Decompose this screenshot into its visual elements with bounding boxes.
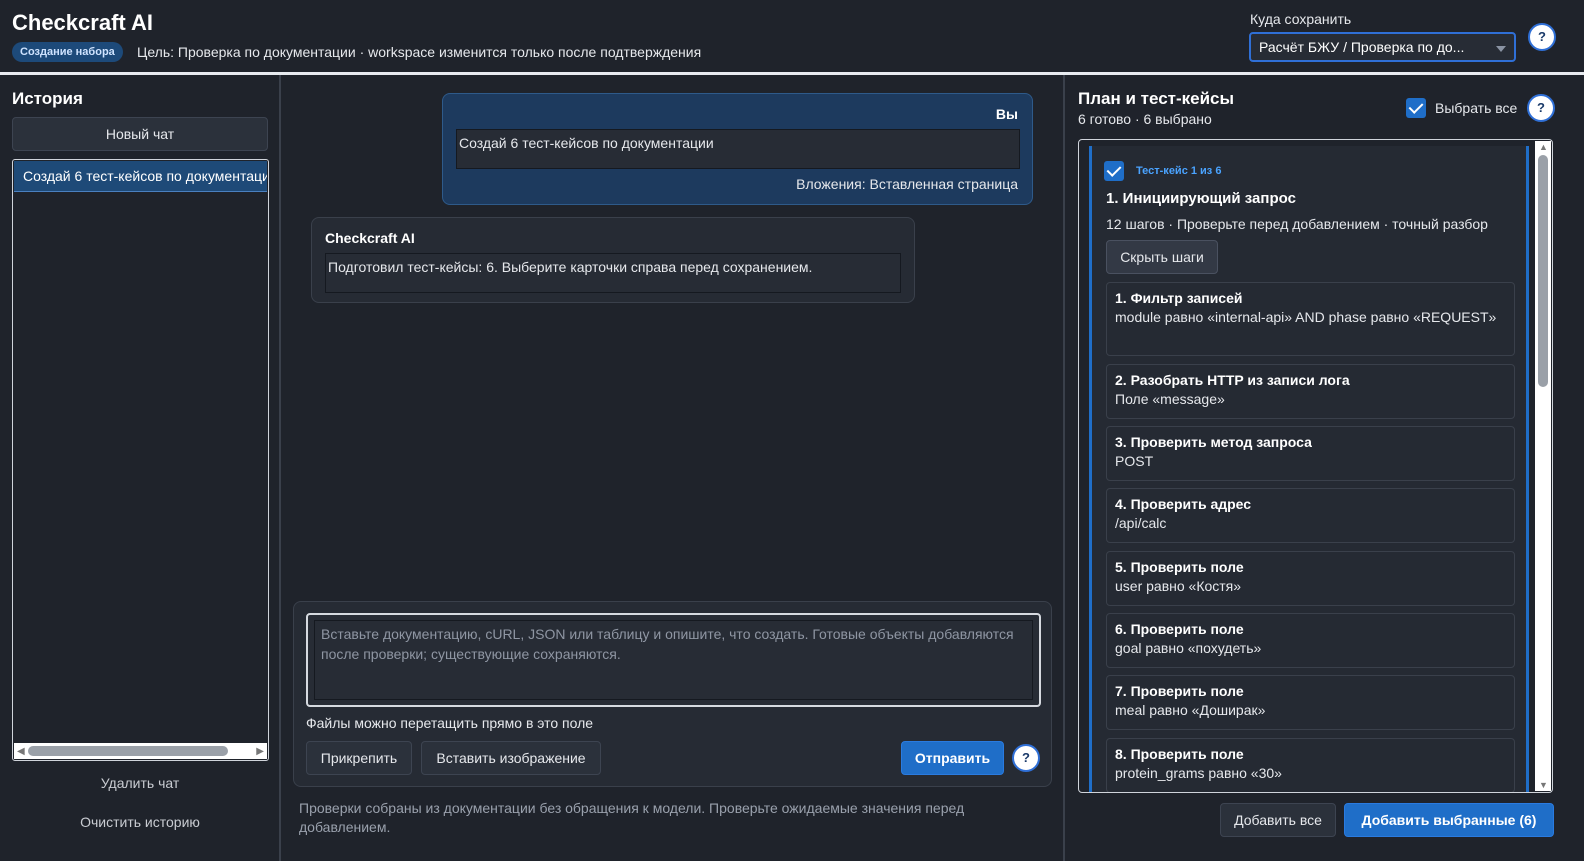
history-horizontal-scrollbar[interactable]: ◀ ▶ bbox=[14, 743, 267, 759]
test-step: 8. Проверить поле protein_grams равно «3… bbox=[1106, 738, 1515, 792]
history-list: Создай 6 тест-кейсов по документации ◀ ▶ bbox=[12, 159, 269, 761]
message-input[interactable]: Вставьте документацию, cURL, JSON или та… bbox=[306, 613, 1041, 707]
test-step: 3. Проверить метод запроса POST bbox=[1106, 426, 1515, 481]
composer-help-button[interactable]: ? bbox=[1012, 744, 1040, 772]
step-description: Поле «message» bbox=[1115, 391, 1225, 407]
scroll-up-icon[interactable]: ▲ bbox=[1539, 142, 1548, 152]
test-case-meta: 12 шагов · Проверьте перед добавлением ·… bbox=[1106, 216, 1488, 232]
chat-footer-note: Проверки собраны из документации без обр… bbox=[299, 800, 965, 835]
scrollbar-thumb[interactable] bbox=[1538, 155, 1548, 387]
test-step: 7. Проверить поле meal равно «Доширак» bbox=[1106, 675, 1515, 730]
step-description: /api/calc bbox=[1115, 515, 1167, 531]
history-sidebar: История Новый чат Создай 6 тест-кейсов п… bbox=[0, 75, 281, 861]
plan-title: План и тест-кейсы bbox=[1078, 89, 1235, 108]
message-text: Создай 6 тест-кейсов по документации bbox=[456, 129, 1020, 169]
app-header: Checkcraft AI Создание набора Цель: Пров… bbox=[0, 0, 1584, 72]
composer: Вставьте документацию, cURL, JSON или та… bbox=[293, 601, 1052, 787]
test-case-card[interactable]: Тест-кейс 1 из 6 1. Инициирующий запрос … bbox=[1089, 146, 1529, 792]
history-item[interactable]: Создай 6 тест-кейсов по документации bbox=[14, 161, 267, 192]
chat-panel: Вы Создай 6 тест-кейсов по документации … bbox=[283, 75, 1063, 861]
step-title: 3. Проверить метод запроса bbox=[1115, 434, 1312, 450]
step-title: 8. Проверить поле bbox=[1115, 746, 1244, 762]
hide-steps-button[interactable]: Скрыть шаги bbox=[1106, 240, 1218, 274]
test-case-tag: Тест-кейс 1 из 6 bbox=[1136, 165, 1222, 177]
mode-badge: Создание набора bbox=[12, 42, 123, 62]
attach-button[interactable]: Прикрепить bbox=[306, 741, 412, 775]
test-step: 1. Фильтр записей module равно «internal… bbox=[1106, 282, 1515, 356]
user-message: Вы Создай 6 тест-кейсов по документации … bbox=[442, 93, 1033, 205]
message-text: Подготовил тест-кейсы: 6. Выберите карто… bbox=[325, 253, 901, 293]
step-description: goal равно «похудеть» bbox=[1115, 640, 1262, 656]
test-step: 5. Проверить поле user равно «Костя» bbox=[1106, 551, 1515, 606]
step-description: user равно «Костя» bbox=[1115, 578, 1242, 594]
step-title: 2. Разобрать HTTP из записи лога bbox=[1115, 372, 1350, 388]
test-step: 4. Проверить адрес /api/calc bbox=[1106, 488, 1515, 543]
add-selected-button[interactable]: Добавить выбранные (6) bbox=[1344, 803, 1554, 837]
test-case-checkbox[interactable] bbox=[1104, 161, 1124, 181]
step-title: 6. Проверить поле bbox=[1115, 621, 1244, 637]
add-all-button[interactable]: Добавить все bbox=[1220, 803, 1336, 837]
plan-help-button[interactable]: ? bbox=[1527, 94, 1555, 122]
test-case-title: 1. Инициирующий запрос bbox=[1106, 190, 1296, 207]
select-all-label[interactable]: Выбрать все bbox=[1435, 100, 1517, 116]
app-title: Checkcraft AI bbox=[12, 10, 154, 35]
chevron-down-icon bbox=[1496, 46, 1506, 52]
message-input-placeholder[interactable]: Вставьте документацию, cURL, JSON или та… bbox=[314, 620, 1033, 700]
history-title: История bbox=[12, 89, 83, 108]
new-chat-button[interactable]: Новый чат bbox=[12, 117, 268, 151]
header-help-button[interactable]: ? bbox=[1528, 23, 1556, 51]
save-target-value: Расчёт БЖУ / Проверка по до... bbox=[1259, 39, 1465, 55]
assistant-message: Checkcraft AI Подготовил тест-кейсы: 6. … bbox=[311, 217, 915, 303]
plan-panel: План и тест-кейсы 6 готово · 6 выбрано В… bbox=[1063, 75, 1584, 861]
clear-history-button[interactable]: Очистить историю bbox=[12, 814, 268, 830]
message-author: Checkcraft AI bbox=[325, 230, 415, 246]
drop-hint: Файлы можно перетащить прямо в это поле bbox=[306, 715, 594, 731]
scrollbar-thumb[interactable] bbox=[28, 746, 228, 756]
paste-image-button[interactable]: Вставить изображение bbox=[421, 741, 601, 775]
test-step: 6. Проверить поле goal равно «похудеть» bbox=[1106, 613, 1515, 668]
step-title: 1. Фильтр записей bbox=[1115, 290, 1243, 306]
send-button[interactable]: Отправить bbox=[901, 741, 1004, 775]
save-target-label: Куда сохранить bbox=[1250, 11, 1352, 27]
step-title: 7. Проверить поле bbox=[1115, 683, 1244, 699]
select-all-checkbox[interactable] bbox=[1406, 98, 1426, 118]
step-description: meal равно «Доширак» bbox=[1115, 702, 1266, 718]
test-cases-list: Тест-кейс 1 из 6 1. Инициирующий запрос … bbox=[1078, 139, 1553, 793]
step-description: module равно «internal-api» AND phase ра… bbox=[1115, 309, 1497, 325]
test-step: 2. Разобрать HTTP из записи лога Поле «m… bbox=[1106, 364, 1515, 419]
test-cases-vertical-scrollbar[interactable]: ▲ ▼ bbox=[1535, 141, 1551, 791]
step-title: 5. Проверить поле bbox=[1115, 559, 1244, 575]
step-description: protein_grams равно «30» bbox=[1115, 765, 1282, 781]
step-title: 4. Проверить адрес bbox=[1115, 496, 1252, 512]
goal-text: Цель: Проверка по документации · workspa… bbox=[137, 44, 702, 60]
save-target-select[interactable]: Расчёт БЖУ / Проверка по до... bbox=[1249, 32, 1516, 62]
scroll-down-icon[interactable]: ▼ bbox=[1539, 780, 1548, 790]
message-attachments: Вложения: Вставленная страница bbox=[796, 176, 1018, 192]
step-description: POST bbox=[1115, 453, 1154, 469]
delete-chat-button[interactable]: Удалить чат bbox=[12, 775, 268, 791]
message-author: Вы bbox=[995, 106, 1018, 122]
plan-subtitle: 6 готово · 6 выбрано bbox=[1078, 111, 1212, 127]
scroll-left-icon[interactable]: ◀ bbox=[17, 746, 25, 757]
scroll-right-icon[interactable]: ▶ bbox=[256, 746, 264, 757]
